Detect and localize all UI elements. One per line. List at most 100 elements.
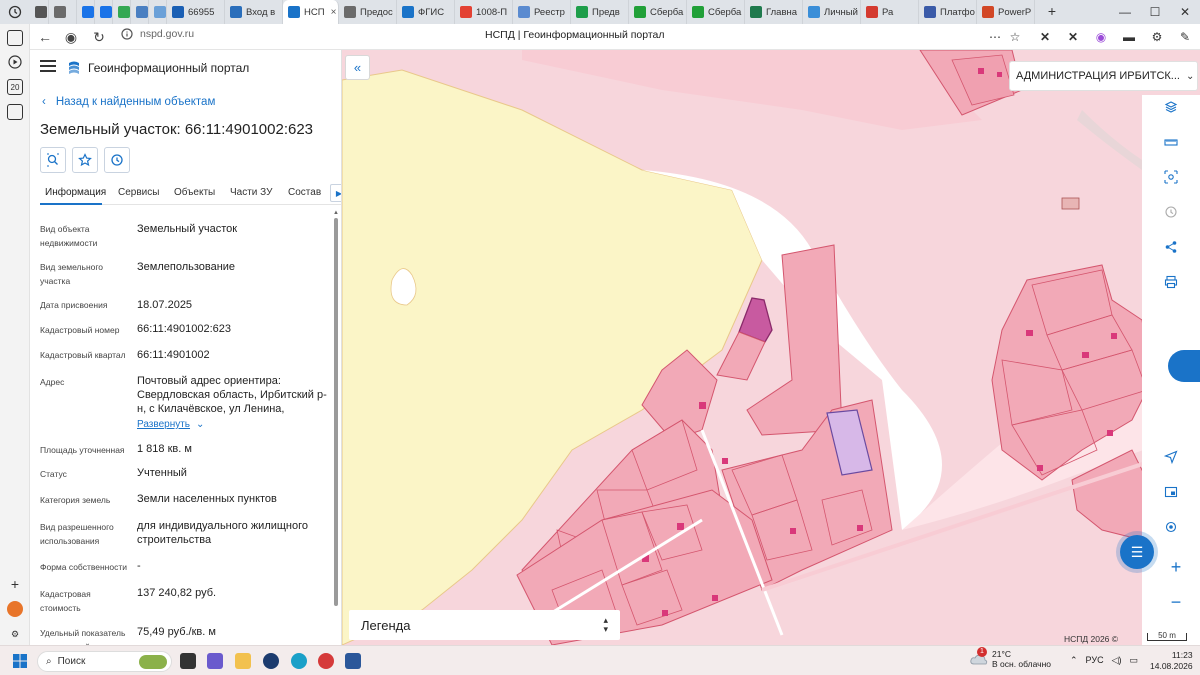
word-icon[interactable]	[345, 653, 361, 669]
new-tab-button[interactable]: +	[1042, 3, 1062, 19]
settings-icon[interactable]: ⚙	[7, 626, 23, 642]
history-button[interactable]	[104, 147, 130, 173]
browser-tab[interactable]: ФГИС	[397, 0, 455, 24]
browser-tab[interactable]: Предос	[339, 0, 397, 24]
input-language[interactable]: РУС	[1086, 655, 1104, 666]
tabs-scroll-right-icon[interactable]: ▶	[330, 184, 341, 202]
taskbar-clock[interactable]: 11:23 14.08.2026	[1150, 650, 1193, 672]
browser-tab[interactable]: Вход в	[225, 0, 283, 24]
administration-select[interactable]: АДМИНИСТРАЦИЯ ИРБИТСК... ⌄	[1009, 61, 1198, 91]
reload-icon[interactable]: ↻	[86, 24, 112, 50]
chevron-down-icon: ⌄	[196, 419, 205, 430]
find-on-map-button[interactable]	[40, 147, 66, 173]
share-icon[interactable]	[1164, 240, 1188, 264]
legend-panel[interactable]: Легенда ▴ ▾	[349, 610, 620, 640]
minimap-icon[interactable]	[1164, 485, 1188, 509]
browser-tab[interactable]: Предв	[571, 0, 629, 24]
zoom-in-icon[interactable]: +	[1164, 555, 1188, 579]
browser-tab[interactable]	[113, 0, 131, 24]
windows-start-icon[interactable]	[13, 654, 27, 668]
app-name: Геоинформационный портал	[88, 61, 250, 75]
minimize-button[interactable]: —	[1110, 0, 1140, 24]
map-canvas[interactable]: « АДМИНИСТРАЦИЯ ИРБИТСК... ⌄ + − ☰ Леген…	[342, 50, 1200, 645]
tab-objects[interactable]: Объекты	[174, 187, 215, 198]
task-view-icon[interactable]	[180, 653, 196, 669]
weather-widget[interactable]: 1 21°C В осн. облачно	[970, 647, 1051, 669]
expand-address-link[interactable]: Развернуть ⌄	[137, 419, 204, 430]
browser-tab[interactable]	[95, 0, 113, 24]
geolocation-icon[interactable]	[1164, 520, 1188, 544]
history-map-icon[interactable]	[1164, 205, 1188, 229]
tabs-icon[interactable]	[7, 104, 23, 120]
extension-6-icon[interactable]: ✎	[1175, 27, 1195, 47]
back-to-results-link[interactable]: ‹ Назад к найденным объектам	[42, 96, 215, 108]
browser-tab-strip: 66955 Вход в НСП × Предос ФГИС 1008-П Реестр Пре…	[0, 0, 1200, 24]
side-widget-tab[interactable]	[1168, 350, 1200, 382]
zoom-out-icon[interactable]: −	[1164, 590, 1188, 614]
browser-tab[interactable]	[77, 0, 95, 24]
tab-services[interactable]: Сервисы	[118, 187, 159, 198]
tab-close-icon[interactable]: ×	[331, 7, 337, 18]
browser-tab[interactable]	[49, 0, 77, 24]
browser-tab[interactable]: Главна	[745, 0, 803, 24]
extension-3-icon[interactable]: ◉	[1091, 27, 1111, 47]
add-sidebar-icon[interactable]: +	[7, 576, 23, 592]
back-arrow-icon[interactable]: ←	[32, 24, 58, 50]
measure-ruler-icon[interactable]	[1164, 135, 1188, 159]
site-info-icon[interactable]	[120, 27, 134, 41]
scroll-up-icon[interactable]: ▲	[333, 210, 339, 216]
menu-icon[interactable]	[40, 60, 56, 74]
profile-icon[interactable]	[7, 601, 23, 617]
browser-tab[interactable]	[30, 0, 49, 24]
calendar-icon[interactable]: 20	[7, 79, 23, 95]
select-area-icon[interactable]	[1164, 170, 1188, 194]
play-icon[interactable]	[7, 54, 23, 70]
app-icon-red[interactable]	[318, 653, 334, 669]
object-title: Земельный участок: 66:11:4901002:623	[40, 121, 314, 138]
navigate-icon[interactable]	[1164, 450, 1188, 474]
extension-4-icon[interactable]: ▬	[1119, 27, 1139, 47]
more-icon[interactable]: ⋯	[985, 27, 1005, 47]
taskbar-search[interactable]: ⌕ Поиск	[37, 651, 172, 672]
tab-composition[interactable]: Состав	[288, 187, 321, 198]
collapse-panel-button[interactable]: «	[345, 55, 370, 80]
history-icon[interactable]	[0, 0, 30, 24]
browser-tab[interactable]: Сберба	[629, 0, 687, 24]
browser-tab[interactable]: 1008-П	[455, 0, 513, 24]
print-icon[interactable]	[1164, 275, 1188, 299]
extension-1-icon[interactable]: ✕	[1035, 27, 1055, 47]
volume-icon[interactable]: ◁)	[1112, 655, 1122, 666]
extension-2-icon[interactable]: ✕	[1063, 27, 1083, 47]
bookmark-icon[interactable]: ☆	[1005, 27, 1025, 47]
tab-parts[interactable]: Части ЗУ	[230, 187, 272, 198]
file-explorer-icon[interactable]	[235, 653, 251, 669]
browser-tab[interactable]: НСП ×	[283, 0, 339, 24]
browser-tab[interactable]: Сберба	[687, 0, 745, 24]
close-window-button[interactable]: ✕	[1170, 0, 1200, 24]
url-field[interactable]: nspd.gov.ru	[120, 27, 194, 41]
browser-tab[interactable]: Личный	[803, 0, 861, 24]
browser-tab[interactable]: 66955	[167, 0, 225, 24]
layers-icon[interactable]	[1164, 100, 1188, 124]
yandex-browser-icon[interactable]	[263, 653, 279, 669]
teams-icon[interactable]	[207, 653, 223, 669]
scrollbar-thumb[interactable]	[334, 218, 338, 606]
chat-assistant-button[interactable]: ☰	[1120, 535, 1154, 569]
edge-icon[interactable]	[291, 653, 307, 669]
maximize-button[interactable]: ☐	[1140, 0, 1170, 24]
network-icon[interactable]: ▭	[1130, 655, 1139, 666]
browser-tab[interactable]: Реестр	[513, 0, 571, 24]
tab-information[interactable]: Информация	[45, 187, 106, 198]
browser-tab[interactable]	[149, 0, 167, 24]
field-value-address: Почтовый адрес ориентира: Свердловская о…	[137, 375, 327, 415]
show-hidden-icons-icon[interactable]: ⌃	[1070, 655, 1078, 666]
panel-scrollbar[interactable]: ▲	[333, 210, 339, 640]
browser-tab[interactable]	[131, 0, 149, 24]
collections-icon[interactable]	[7, 30, 23, 46]
favorite-star-button[interactable]	[72, 147, 98, 173]
extension-5-icon[interactable]: ⚙	[1147, 27, 1167, 47]
browser-tab[interactable]: PowerP	[977, 0, 1035, 24]
browser-tab[interactable]: Платфо	[919, 0, 977, 24]
browser-tab[interactable]: Ра	[861, 0, 919, 24]
forward-icon[interactable]: ◉	[58, 24, 84, 50]
